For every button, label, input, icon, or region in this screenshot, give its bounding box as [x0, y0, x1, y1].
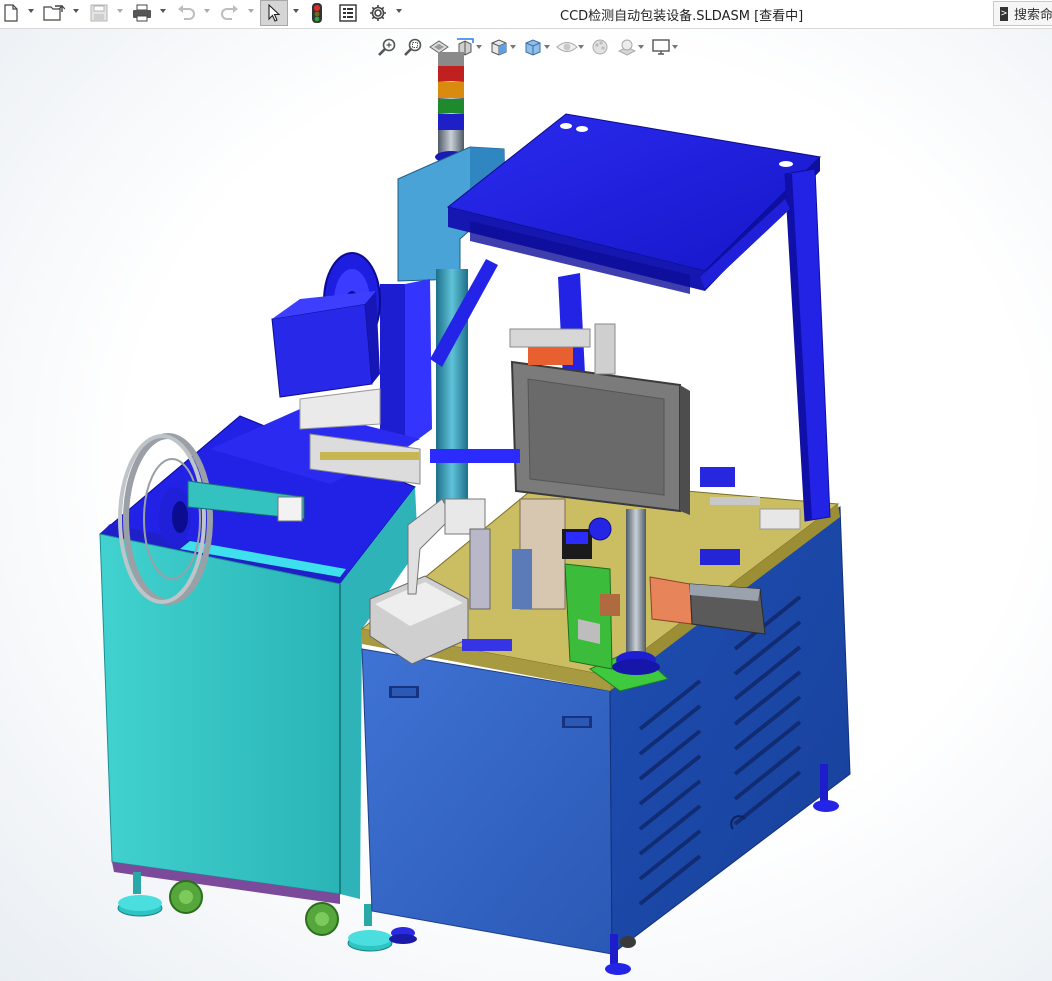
traffic-light-icon[interactable] — [308, 2, 326, 24]
assembly-model[interactable] — [0, 29, 1052, 981]
search-label: 搜索命 — [1013, 8, 1052, 23]
stack-light — [435, 52, 467, 163]
save-dropdown-icon[interactable] — [117, 9, 123, 13]
redo-dropdown-icon[interactable] — [248, 9, 254, 13]
new-document-icon[interactable] — [2, 2, 20, 24]
select-dropdown-icon[interactable] — [293, 9, 299, 13]
options-dropdown-icon[interactable] — [396, 9, 402, 13]
open-folder-icon[interactable] — [42, 2, 66, 24]
undo-icon[interactable] — [175, 2, 197, 24]
command-bar: CCD检测自动包装设备.SLDASM [查看中] > 搜索命 — [0, 0, 1052, 29]
save-icon[interactable] — [88, 2, 110, 24]
new-dropdown-icon[interactable] — [28, 9, 34, 13]
undo-dropdown-icon[interactable] — [204, 9, 210, 13]
search-commands-box[interactable]: > 搜索命 — [993, 1, 1052, 26]
redo-icon[interactable] — [219, 2, 241, 24]
window-title: CCD检测自动包装设备.SLDASM [查看中] — [560, 9, 804, 24]
open-dropdown-icon[interactable] — [73, 9, 79, 13]
options-gear-icon[interactable] — [367, 2, 389, 24]
print-dropdown-icon[interactable] — [160, 9, 166, 13]
command-prompt-icon: > — [1000, 6, 1008, 21]
file-properties-icon[interactable] — [337, 2, 359, 24]
select-arrow-icon[interactable] — [260, 0, 288, 26]
print-icon[interactable] — [131, 2, 153, 24]
